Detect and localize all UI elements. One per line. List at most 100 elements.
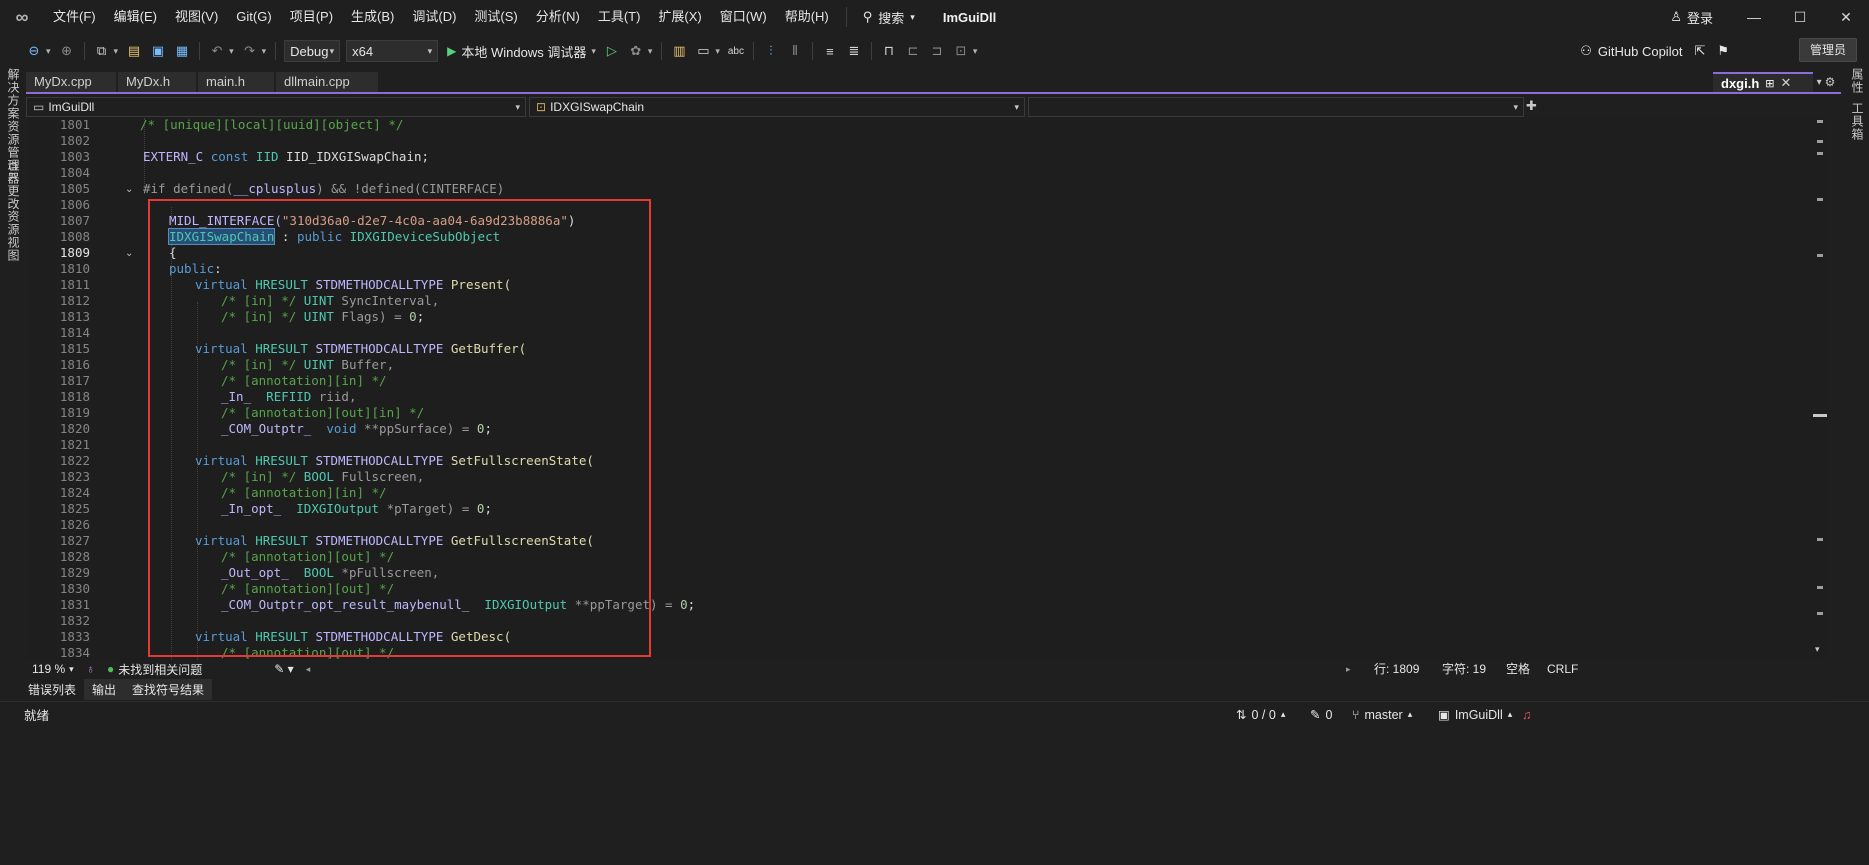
spell-check-icon[interactable]: abc [726, 41, 746, 61]
menu-window[interactable]: 窗口(W) [711, 0, 776, 34]
redo-icon[interactable]: ↷ [240, 41, 260, 61]
char-indicator[interactable]: 字符: 19 [1442, 660, 1486, 678]
changes-indicator[interactable]: ✎ 0 [1310, 702, 1332, 727]
chevron-down-icon[interactable]: ▾ [229, 46, 234, 57]
minimize-button[interactable]: — [1731, 0, 1777, 34]
pin-icon[interactable]: ⊞ [1765, 77, 1774, 90]
menu-test[interactable]: 测试(S) [465, 0, 526, 34]
save-icon[interactable]: ▣ [148, 41, 168, 61]
issues-label: 未找到相关问题 [118, 662, 203, 677]
menu-debug[interactable]: 调试(D) [403, 0, 465, 34]
copilot-status-icon[interactable]: ♁ [80, 662, 101, 676]
chevron-down-icon[interactable]: ▾ [262, 46, 267, 57]
notifications-icon[interactable]: ♫ [1522, 702, 1531, 727]
solution-title: ImGuiDll [942, 9, 997, 25]
menu-build[interactable]: 生成(B) [342, 0, 403, 34]
code-line: /* [unique][local][uuid][object] */ [140, 118, 404, 132]
close-window-button[interactable]: ✕ [1823, 0, 1869, 34]
split-editor-icon[interactable]: ✚ [1526, 98, 1537, 114]
menu-tools[interactable]: 工具(T) [589, 0, 650, 34]
bookmark-icon[interactable]: ⊓ [879, 41, 899, 61]
step-icon[interactable]: ⫴ [785, 41, 805, 61]
configuration-select[interactable]: Debug ▾ [284, 40, 341, 62]
scope-dropdown[interactable]: ⊡ IDXGISwapChain ▾ [529, 97, 1025, 117]
git-changes-tab[interactable]: Git 更改 [5, 162, 22, 211]
menu-git[interactable]: Git(G) [227, 0, 280, 34]
login-button[interactable]: ♙ 登录 [1670, 0, 1713, 34]
branch-name: master [1364, 707, 1403, 722]
indent-indicator[interactable]: 空格 [1506, 660, 1530, 678]
clear-bookmarks-icon[interactable]: ⊡ [951, 41, 971, 61]
start-debugging-button[interactable]: ▶ 本地 Windows 调试器 ▾ [447, 42, 600, 61]
tab-dllmain-cpp[interactable]: dllmain.cpp [276, 72, 378, 92]
github-copilot-button[interactable]: ⚇ GitHub Copilot ⇱ ⚑ [1580, 34, 1729, 68]
sync-indicator[interactable]: ⇅ 0 / 0 ▴ [1236, 702, 1285, 727]
menu-help[interactable]: 帮助(H) [776, 0, 838, 34]
toggle-breakpoint-icon[interactable]: ⫶ [761, 41, 781, 61]
zoom-select[interactable]: 119 % ▾ [26, 662, 80, 676]
member-dropdown[interactable]: ▾ [1028, 97, 1524, 117]
navigate-forward-icon[interactable]: ⊕ [57, 41, 77, 61]
menu-view[interactable]: 视图(V) [166, 0, 227, 34]
uncomment-icon[interactable]: ≣ [844, 41, 864, 61]
tab-main-h[interactable]: main.h [198, 72, 274, 92]
comment-out-icon[interactable]: ≡ [820, 41, 840, 61]
gear-icon[interactable]: ⚙ [1825, 75, 1836, 89]
tab-mydx-cpp[interactable]: MyDx.cpp [26, 72, 116, 92]
feedback-icon[interactable]: ⚑ [1717, 43, 1729, 59]
chevron-down-icon[interactable]: ▾ [715, 46, 720, 57]
project-dropdown[interactable]: ▭ ImGuiDll ▾ [26, 97, 526, 117]
share-icon[interactable]: ⇱ [1694, 43, 1705, 59]
hot-reload-icon[interactable]: ✿ [626, 41, 646, 61]
undo-icon[interactable]: ↶ [207, 41, 227, 61]
toolbox-tab[interactable]: 工具箱 [1849, 102, 1866, 141]
scroll-thumb[interactable] [1813, 414, 1827, 417]
tab-dxgi-h[interactable]: dxgi.h ⊞ ✕ [1713, 72, 1813, 92]
fold-chevron-icon[interactable]: ⌄ [125, 248, 133, 259]
project-icon: ▭ [33, 100, 45, 114]
menu-file[interactable]: 文件(F) [44, 0, 105, 34]
code-cleanup-icon[interactable]: ✎ ▾ [268, 662, 299, 676]
scroll-left-icon[interactable]: ◂ [300, 664, 317, 675]
chevron-down-icon[interactable]: ▾ [114, 46, 119, 57]
menu-analyze[interactable]: 分析(N) [527, 0, 589, 34]
scroll-right-icon[interactable]: ▸ [1346, 660, 1351, 678]
tab-overflow-button[interactable]: ▾ ⚙ [1815, 72, 1837, 92]
navigate-back-icon[interactable]: ⊖ [24, 41, 44, 61]
class-icon: ⊡ [536, 100, 547, 114]
save-all-icon[interactable]: ▦ [172, 41, 192, 61]
maximize-button[interactable]: ☐ [1777, 0, 1823, 34]
chevron-down-icon[interactable]: ▾ [973, 46, 978, 57]
platform-value: x64 [352, 43, 374, 59]
chevron-down-icon[interactable]: ▾ [46, 46, 51, 57]
visual-studio-logo-icon[interactable]: ∞ [0, 0, 44, 34]
tab-mydx-h[interactable]: MyDx.h [118, 72, 196, 92]
issues-indicator[interactable]: ● 未找到相关问题 [101, 661, 208, 678]
line-indicator[interactable]: 行: 1809 [1374, 660, 1419, 678]
properties-tab[interactable]: 属性 [1849, 68, 1866, 94]
next-bookmark-icon[interactable]: ⊐ [927, 41, 947, 61]
new-project-icon[interactable]: ⧉ [92, 41, 112, 61]
branch-indicator[interactable]: ⑂ master ▴ [1352, 702, 1412, 727]
open-folder-icon[interactable]: ▤ [124, 41, 144, 61]
window-layout-icon[interactable]: ▭ [693, 41, 713, 61]
menu-edit[interactable]: 编辑(E) [105, 0, 166, 34]
start-without-debugging-icon[interactable]: ▷ [602, 41, 622, 61]
scroll-down-icon[interactable]: ▾ [1815, 644, 1820, 655]
tab-find-symbol-results[interactable]: 查找符号结果 [124, 678, 213, 700]
branch-icon: ⑂ [1352, 707, 1360, 722]
tab-error-list[interactable]: 错误列表 [26, 681, 84, 698]
previous-bookmark-icon[interactable]: ⊏ [903, 41, 923, 61]
chevron-down-icon[interactable]: ▾ [648, 46, 653, 57]
eol-indicator[interactable]: CRLF [1547, 660, 1578, 678]
solution-explorer-icon[interactable]: ▥ [669, 41, 689, 61]
resource-view-tab[interactable]: 资源视图 [5, 210, 22, 262]
platform-select[interactable]: x64 ▾ [346, 40, 439, 62]
search-button[interactable]: ⚲ 搜索 ▾ [855, 8, 923, 27]
close-tab-icon[interactable]: ✕ [1781, 75, 1792, 91]
tab-output[interactable]: 输出 [84, 678, 125, 700]
menu-project[interactable]: 项目(P) [281, 0, 342, 34]
fold-chevron-icon[interactable]: ⌄ [125, 184, 133, 195]
repository-indicator[interactable]: ▣ ImGuiDll ▴ [1438, 702, 1512, 727]
menu-extensions[interactable]: 扩展(X) [649, 0, 710, 34]
